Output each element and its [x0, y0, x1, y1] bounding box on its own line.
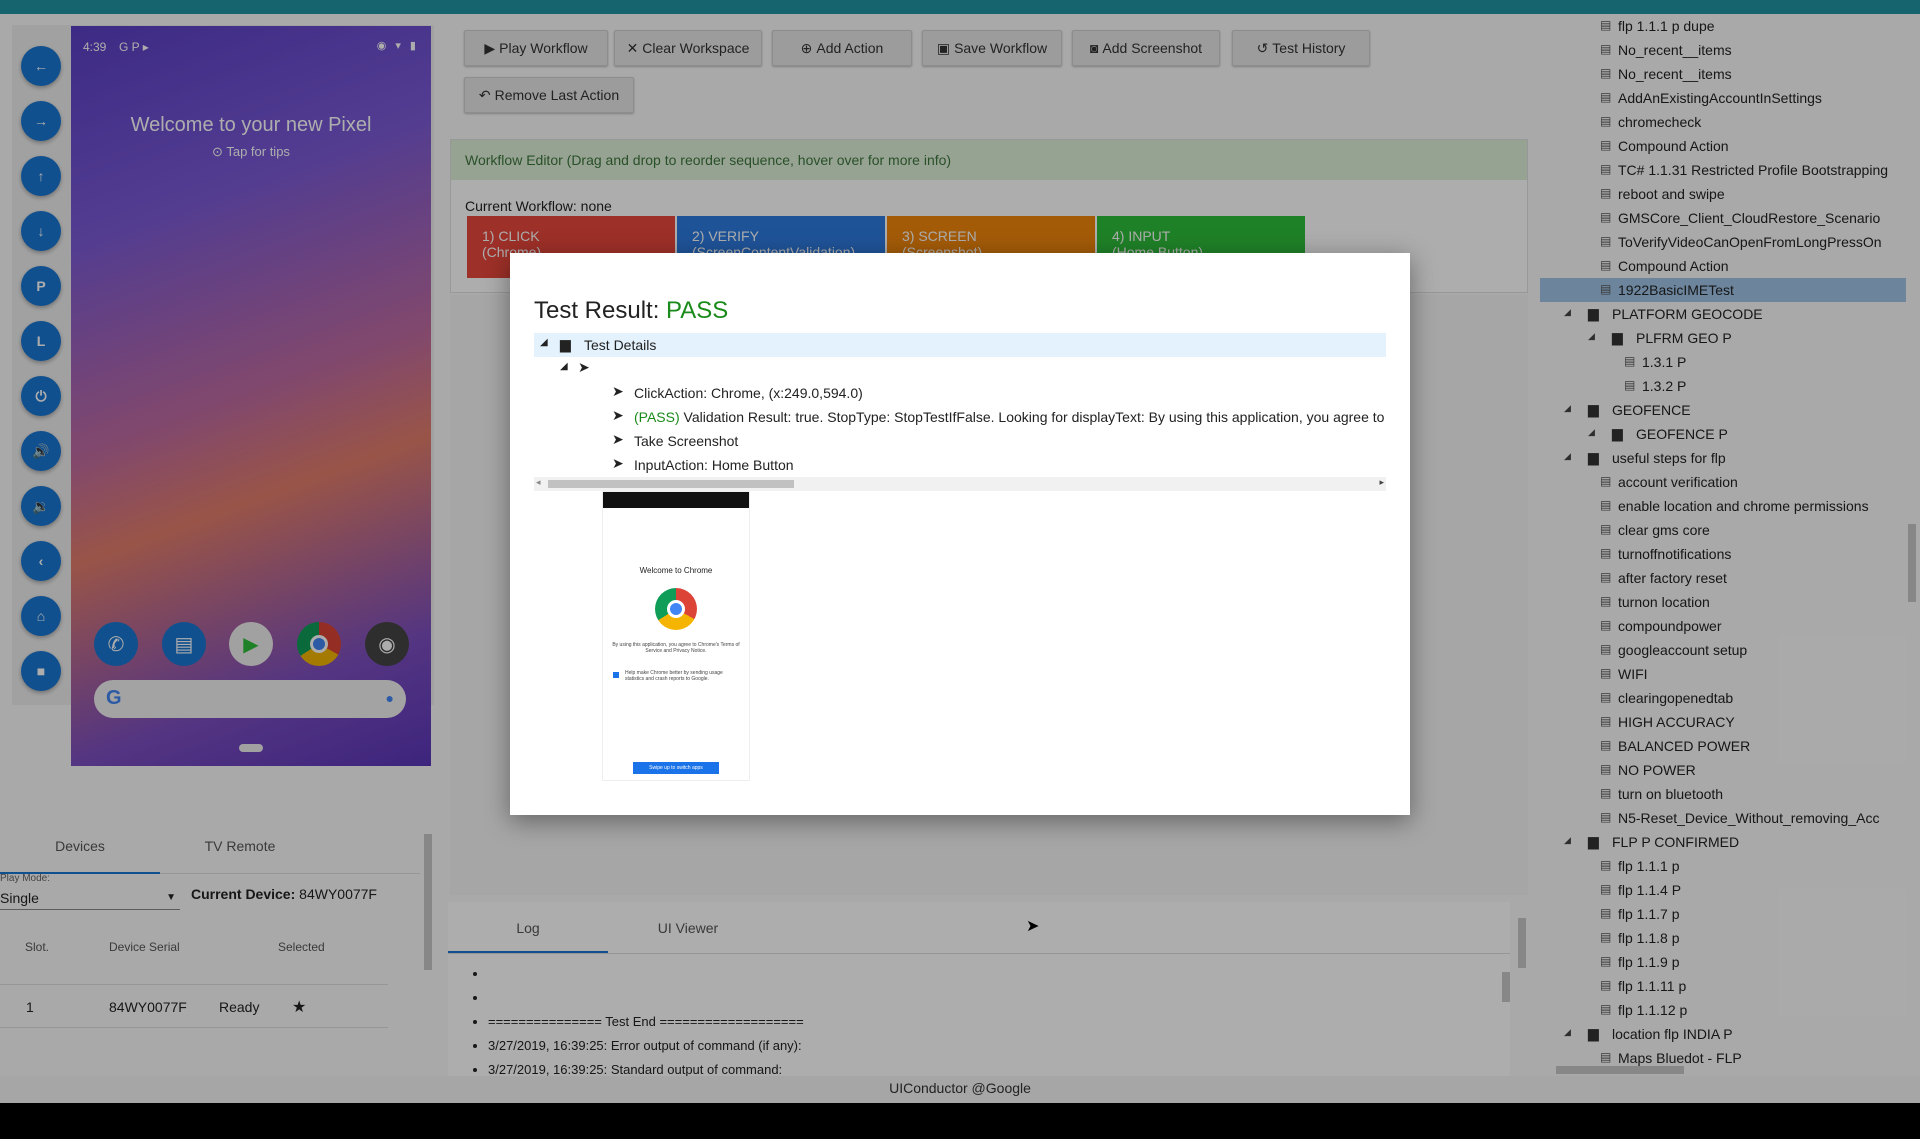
screenshot-thumbnail[interactable]: Welcome to Chrome By using this applicat… [602, 491, 750, 781]
test-step-item[interactable]: ➤ Take Screenshot [534, 429, 1386, 453]
details-hscrollbar[interactable]: ◂ ▸ [534, 477, 1386, 491]
scroll-thumb[interactable] [548, 480, 794, 488]
expand-icon: ◢ [540, 337, 548, 348]
test-step-item[interactable]: ➤ (PASS) Validation Result: true. StopTyp… [534, 405, 1386, 429]
test-details-node[interactable]: ◢ ▆ Test Details [534, 333, 1386, 357]
test-step-text: InputAction: Home Button [634, 457, 794, 473]
thumb-chrome-icon [655, 588, 697, 630]
thumb-checkbox [613, 672, 619, 678]
cursor-icon: ➤ [578, 359, 590, 375]
test-step-text: Take Screenshot [634, 433, 738, 449]
step-description: ClickAction: Chrome, (x:249.0,594.0) [634, 385, 863, 401]
test-result-title: Test Result: PASS [534, 297, 728, 325]
cursor-icon: ➤ [612, 455, 624, 471]
test-details-label: Test Details [584, 337, 657, 353]
title-prefix: Test Result: [534, 297, 667, 324]
folder-icon: ▆ [560, 336, 571, 352]
app-root: ← → ↑ ↓ P L ⏻ 🔊 🔉 ‹ ⌂ ■ 4:39 G P ▸ ◉ ▾ ▮ Welcome to… [0, 0, 1920, 1103]
step-description: Take Screenshot [634, 433, 739, 449]
test-step-text: ClickAction: Chrome, (x:249.0,594.0) [634, 385, 863, 401]
mouse-cursor-icon: ➤ [1026, 918, 1040, 935]
step-description: Validation Result: true. StopType: StopT… [679, 409, 1385, 425]
cursor-icon: ➤ [612, 383, 624, 399]
thumb-checkbox-label: Help make Chrome better by sending usage… [625, 670, 723, 682]
step-description: InputAction: Home Button [634, 457, 794, 473]
test-root-node[interactable]: ◢ ➤ [534, 357, 1386, 381]
thumb-statusbar [603, 492, 749, 508]
scroll-left-icon[interactable]: ◂ [536, 477, 541, 488]
test-result-status: PASS [666, 297, 729, 324]
test-step-item[interactable]: ➤ ClickAction: Chrome, (x:249.0,594.0) [534, 381, 1386, 405]
cursor-icon: ➤ [612, 407, 624, 423]
test-result-dialog: Test Result: PASS ◢ ▆ Test Details ◢ ➤ ➤… [510, 253, 1410, 815]
thumb-title: Welcome to Chrome [639, 566, 713, 575]
scroll-right-icon[interactable]: ▸ [1379, 477, 1384, 488]
expand-icon: ◢ [560, 361, 568, 372]
thumb-terms: By using this application, you agree to … [612, 642, 740, 654]
pass-prefix: (PASS) [634, 409, 680, 425]
test-step-item[interactable]: ➤ InputAction: Home Button [534, 453, 1386, 477]
thumb-swipe-button: Swipe up to switch apps [633, 762, 719, 774]
cursor-icon: ➤ [612, 431, 624, 447]
test-step-text: (PASS) Validation Result: true. StopType… [634, 409, 1384, 425]
